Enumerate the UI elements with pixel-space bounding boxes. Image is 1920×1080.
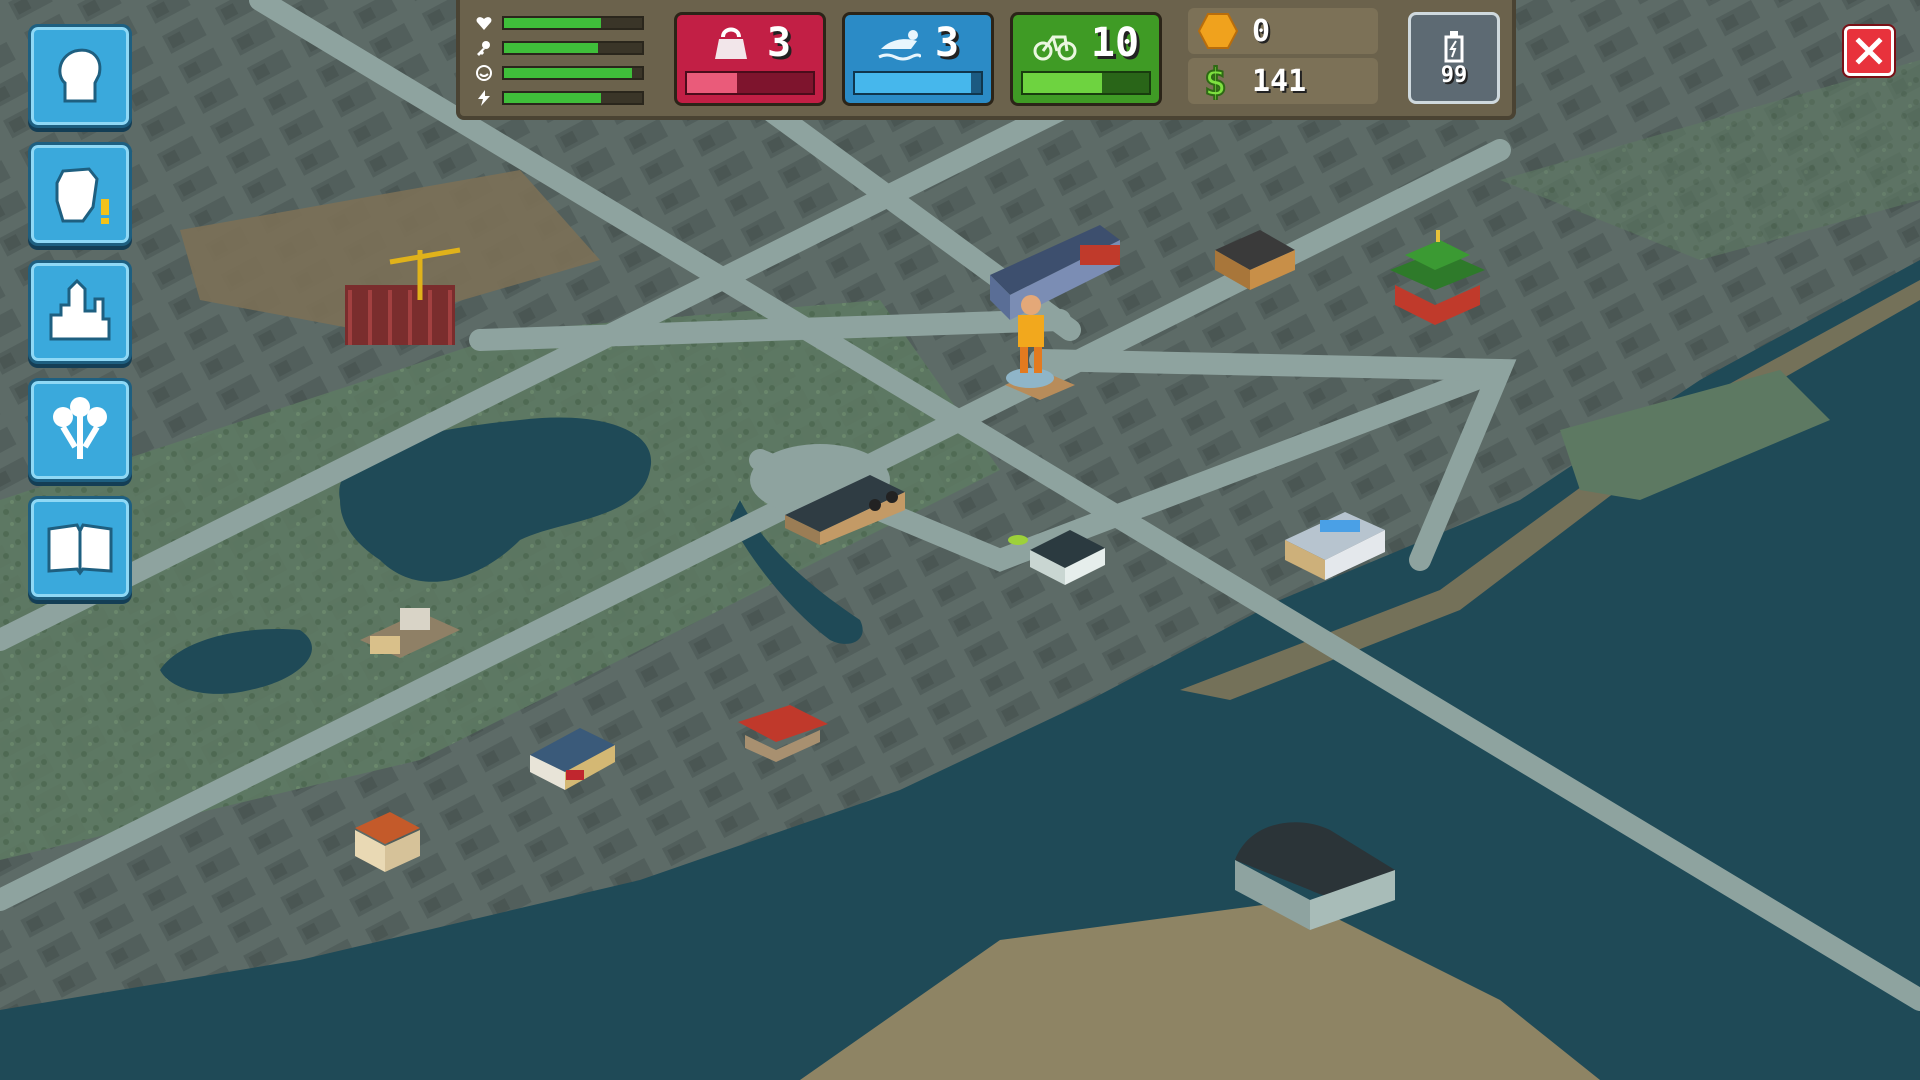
agility-value: 3 xyxy=(934,20,960,66)
vitals-panel xyxy=(474,10,652,110)
key-bar-fill xyxy=(504,42,598,53)
endurance-value: 10 xyxy=(1090,20,1140,66)
strength-value: 3 xyxy=(766,20,792,66)
skills-tree-button[interactable] xyxy=(28,378,132,482)
strength-progress xyxy=(685,71,815,95)
top-hud: 3 3 10 0 $ 141 99 xyxy=(456,0,1516,120)
energy-drink-icon xyxy=(1444,30,1464,62)
close-icon xyxy=(1855,37,1883,65)
svg-text:$: $ xyxy=(1204,62,1227,100)
mood-bar-fill xyxy=(504,67,633,78)
character-head-icon xyxy=(58,48,102,103)
strength-progress-fill xyxy=(687,73,738,93)
fight-button[interactable] xyxy=(28,142,132,246)
side-menu xyxy=(28,24,138,614)
energy-row xyxy=(474,85,652,110)
hexagon-coin-icon xyxy=(1198,13,1238,49)
lightning-icon xyxy=(474,88,494,108)
health-bar xyxy=(502,15,644,30)
key-row xyxy=(474,35,652,60)
endurance-progress xyxy=(1021,71,1151,95)
energy-drink-value: 99 xyxy=(1440,62,1468,88)
heart-icon xyxy=(474,13,494,33)
key-icon xyxy=(474,38,494,58)
energy-drink-button[interactable]: 99 xyxy=(1408,12,1500,104)
coins-row: 0 xyxy=(1188,8,1378,54)
close-button[interactable] xyxy=(1844,26,1894,76)
energy-bar-fill xyxy=(504,92,601,103)
agility-progress xyxy=(853,71,983,95)
open-book-icon xyxy=(47,523,113,576)
fist-alert-icon xyxy=(55,167,109,224)
key-bar xyxy=(502,40,644,55)
journal-button[interactable] xyxy=(28,496,132,600)
character-button[interactable] xyxy=(28,24,132,128)
endurance-progress-fill xyxy=(1023,73,1103,93)
strength-stat[interactable]: 3 xyxy=(674,12,826,106)
city-button[interactable] xyxy=(28,260,132,364)
bike-icon xyxy=(1033,35,1077,61)
currency-panel: 0 $ 141 xyxy=(1188,8,1378,108)
dollar-icon: $ xyxy=(1203,62,1228,100)
agility-stat[interactable]: 3 xyxy=(842,12,994,106)
endurance-stat[interactable]: 10 xyxy=(1010,12,1162,106)
mood-row xyxy=(474,60,652,85)
kettlebell-icon xyxy=(714,27,747,59)
coins-value: 0 xyxy=(1252,13,1271,49)
city-map[interactable] xyxy=(0,0,1920,1080)
health-row xyxy=(474,10,652,35)
mood-bar xyxy=(502,65,644,80)
smile-icon xyxy=(474,63,494,83)
energy-bar xyxy=(502,90,644,105)
tree-icon xyxy=(53,397,107,459)
money-row: $ 141 xyxy=(1188,58,1378,104)
swimmer-icon xyxy=(878,30,921,61)
agility-progress-fill xyxy=(855,73,971,93)
city-skyline-icon xyxy=(49,278,111,341)
money-value: 141 xyxy=(1252,63,1307,99)
health-bar-fill xyxy=(504,17,601,28)
